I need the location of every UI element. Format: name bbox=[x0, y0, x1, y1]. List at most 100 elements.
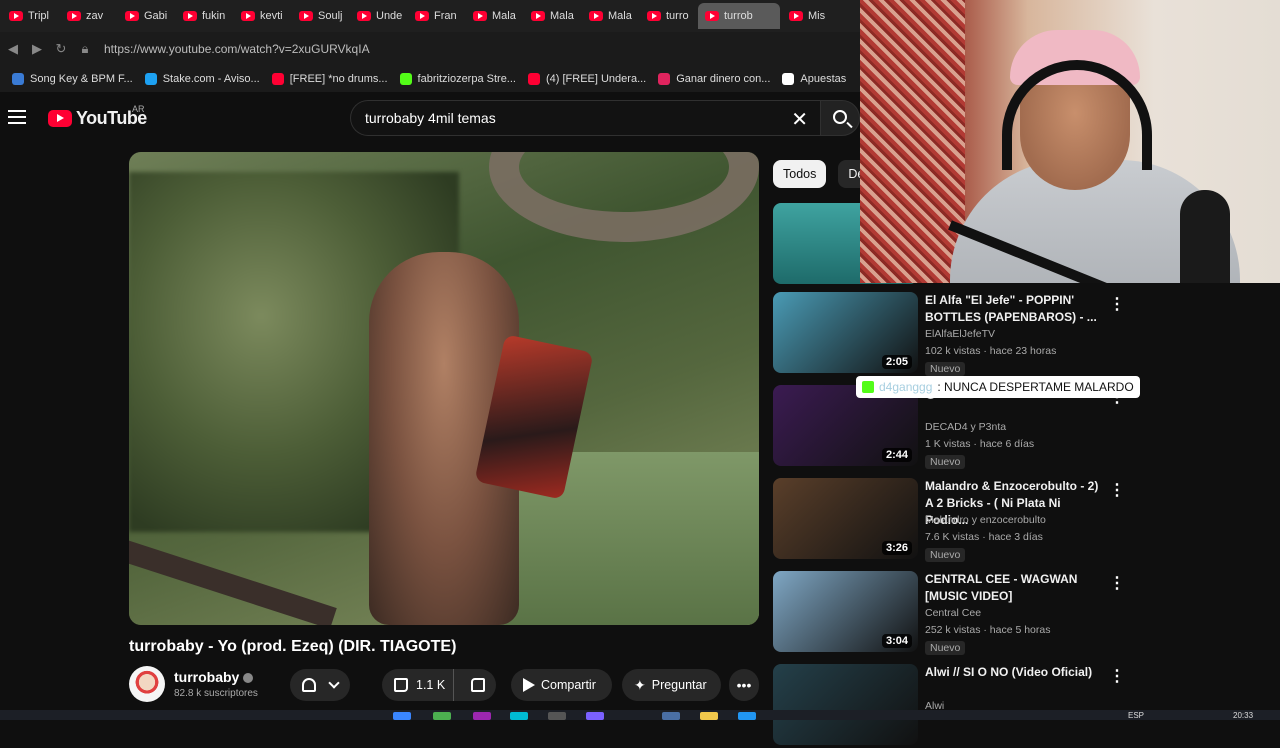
bell-icon bbox=[302, 678, 316, 692]
recommendation-channel[interactable]: Central Cee bbox=[925, 607, 981, 619]
youtube-favicon-icon bbox=[705, 11, 719, 21]
notifications-button[interactable] bbox=[290, 669, 350, 701]
taskbar-app-icon[interactable] bbox=[473, 712, 491, 720]
bookmarks-bar: Song Key & BPM F... Stake.com - Aviso... [… bbox=[0, 66, 860, 92]
browser-tab[interactable]: Gabi bbox=[118, 3, 174, 29]
duration-badge: 2:05 bbox=[881, 355, 912, 369]
browser-tab[interactable]: fukin bbox=[176, 3, 232, 29]
taskbar-app-icon[interactable] bbox=[433, 712, 451, 720]
recommendation-title[interactable]: Alwi // SI O NO (Video Oficial) bbox=[925, 664, 1105, 681]
more-options-icon[interactable]: ⋮ bbox=[1109, 573, 1125, 593]
browser-tab[interactable]: Unde bbox=[350, 3, 406, 29]
folder-icon[interactable] bbox=[700, 712, 718, 720]
clear-search-icon[interactable]: ✕ bbox=[791, 107, 808, 132]
recommendation-item[interactable]: 2:05 El Alfa "El Jefe" - POPPIN' BOTTLES … bbox=[773, 292, 1133, 376]
browser-tab[interactable]: Mala bbox=[524, 3, 580, 29]
channel-name-wrap[interactable]: turrobaby bbox=[174, 669, 254, 685]
like-button[interactable]: 1.1 K bbox=[382, 669, 455, 701]
bookmark-item[interactable]: fabritziozerpa Stre... bbox=[399, 73, 516, 85]
recommendation-thumbnail[interactable]: 2:05 bbox=[773, 292, 918, 373]
bookmark-item[interactable]: Stake.com - Aviso... bbox=[144, 73, 260, 85]
browser-tab[interactable]: Mala bbox=[466, 3, 522, 29]
bookmark-favicon-icon bbox=[144, 73, 157, 85]
duration-badge: 3:04 bbox=[881, 634, 912, 648]
filter-chip[interactable]: Todos bbox=[773, 160, 827, 188]
recommendation-thumbnail[interactable]: 3:26 bbox=[773, 478, 918, 559]
recommendation-channel[interactable]: DECAD4 y P3nta bbox=[925, 421, 1006, 433]
tab-label: Unde bbox=[376, 10, 403, 22]
recommendation-title[interactable]: CENTRAL CEE - WAGWAN [MUSIC VIDEO] bbox=[925, 571, 1105, 605]
more-options-icon[interactable]: ⋮ bbox=[1109, 480, 1125, 500]
tab-label: turro bbox=[666, 10, 689, 22]
recommendation-title[interactable]: El Alfa "El Jefe" - POPPIN' BOTTLES (PAP… bbox=[925, 292, 1105, 326]
url-field[interactable]: https://www.youtube.com/watch?v=2xuGURVk… bbox=[104, 42, 370, 56]
recommendation-item[interactable]: Alwi // SI O NO (Video Oficial) Alwi ⋮ bbox=[773, 664, 1133, 748]
more-options-icon[interactable]: ⋮ bbox=[1109, 294, 1125, 314]
start-icon[interactable] bbox=[393, 712, 411, 720]
bookmark-label: (4) [FREE] Undera... bbox=[545, 73, 647, 85]
video-player[interactable] bbox=[129, 152, 759, 625]
bookmark-item[interactable]: Apuestas bbox=[782, 73, 846, 85]
youtube-favicon-icon bbox=[647, 11, 661, 21]
taskbar-app-icon[interactable] bbox=[738, 712, 756, 720]
recommendation-channel[interactable]: Malandro y enzocerobulto bbox=[925, 514, 1046, 526]
youtube-favicon-icon bbox=[531, 11, 545, 21]
search-button[interactable] bbox=[820, 100, 860, 136]
search-box[interactable]: turrobaby 4mil temas ✕ bbox=[350, 100, 820, 136]
more-options-icon[interactable]: ⋮ bbox=[1109, 666, 1125, 686]
language-indicator[interactable]: ESP bbox=[1128, 711, 1144, 720]
bookmark-favicon-icon bbox=[12, 73, 24, 85]
browser-tab[interactable]: Fran bbox=[408, 3, 464, 29]
forward-icon[interactable]: ▶ bbox=[26, 41, 48, 57]
chat-message: : NUNCA DESPERTAME MALARDO bbox=[937, 380, 1134, 394]
share-label: Compartir bbox=[541, 678, 596, 692]
channel-name[interactable]: turrobaby bbox=[174, 669, 239, 685]
ask-button[interactable]: ✦ Preguntar bbox=[622, 669, 721, 701]
recommendation-thumbnail[interactable]: 3:04 bbox=[773, 571, 918, 652]
bookmark-item[interactable]: Ganar dinero con... bbox=[658, 73, 770, 85]
bookmark-item[interactable]: Song Key & BPM F... bbox=[12, 73, 133, 85]
browser-tab[interactable]: Mala bbox=[582, 3, 638, 29]
tab-label: zav bbox=[86, 10, 104, 22]
subscriber-count: 82.8 k suscriptores bbox=[174, 688, 258, 699]
lock-icon: 🔒︎ bbox=[81, 41, 89, 56]
duration-badge: 2:44 bbox=[881, 448, 912, 462]
browser-tab[interactable]: kevti bbox=[234, 3, 290, 29]
browser-tab[interactable]: turrob bbox=[698, 3, 780, 29]
taskbar-app-icon[interactable] bbox=[510, 712, 528, 720]
tab-label: fukin bbox=[202, 10, 226, 22]
recommendation-meta: 7.6 K vistas · hace 3 días bbox=[925, 531, 1043, 543]
taskbar-app-icon[interactable] bbox=[662, 712, 680, 720]
browser-tab[interactable]: Tripl bbox=[2, 3, 58, 29]
more-actions-button[interactable]: ••• bbox=[729, 669, 759, 701]
search-input[interactable]: turrobaby 4mil temas bbox=[365, 110, 496, 126]
taskbar-app-icon[interactable] bbox=[548, 712, 566, 720]
new-badge: Nuevo bbox=[925, 641, 966, 655]
youtube-favicon-icon bbox=[67, 11, 81, 21]
recommendation-thumbnail[interactable] bbox=[773, 664, 918, 745]
hamburger-menu-icon[interactable] bbox=[8, 110, 26, 124]
recommendation-item[interactable]: 3:04 CENTRAL CEE - WAGWAN [MUSIC VIDEO] Ce… bbox=[773, 571, 1133, 655]
recommendation-meta: 1 K vistas · hace 6 días bbox=[925, 438, 1035, 450]
browser-tab[interactable]: zav bbox=[60, 3, 116, 29]
webcam-overlay bbox=[860, 0, 1280, 283]
browser-tab[interactable]: Mis bbox=[782, 3, 838, 29]
sparkle-icon: ✦ bbox=[634, 676, 646, 693]
bookmark-item[interactable]: (4) [FREE] Undera... bbox=[527, 73, 647, 85]
channel-avatar[interactable] bbox=[129, 666, 165, 702]
youtube-favicon-icon bbox=[589, 11, 603, 21]
recommendation-channel[interactable]: ElAlfaElJefeTV bbox=[925, 328, 995, 340]
share-button[interactable]: Compartir bbox=[511, 669, 612, 701]
search-icon bbox=[833, 110, 847, 124]
clock[interactable]: 20:33 bbox=[1233, 711, 1253, 720]
taskbar-app-icon[interactable] bbox=[586, 712, 604, 720]
reload-icon[interactable]: ↻ bbox=[50, 41, 72, 57]
browser-tab[interactable]: turro bbox=[640, 3, 696, 29]
browser-tab[interactable]: Soulj bbox=[292, 3, 348, 29]
dislike-button[interactable] bbox=[460, 678, 496, 692]
bookmark-favicon-icon bbox=[271, 73, 284, 85]
back-icon[interactable]: ◀ bbox=[2, 41, 24, 57]
tab-label: Mala bbox=[550, 10, 574, 22]
bookmark-item[interactable]: [FREE] *no drums... bbox=[271, 73, 388, 85]
recommendation-item[interactable]: 3:26 Malandro & Enzocerobulto - 2) A 2 Br… bbox=[773, 478, 1133, 562]
